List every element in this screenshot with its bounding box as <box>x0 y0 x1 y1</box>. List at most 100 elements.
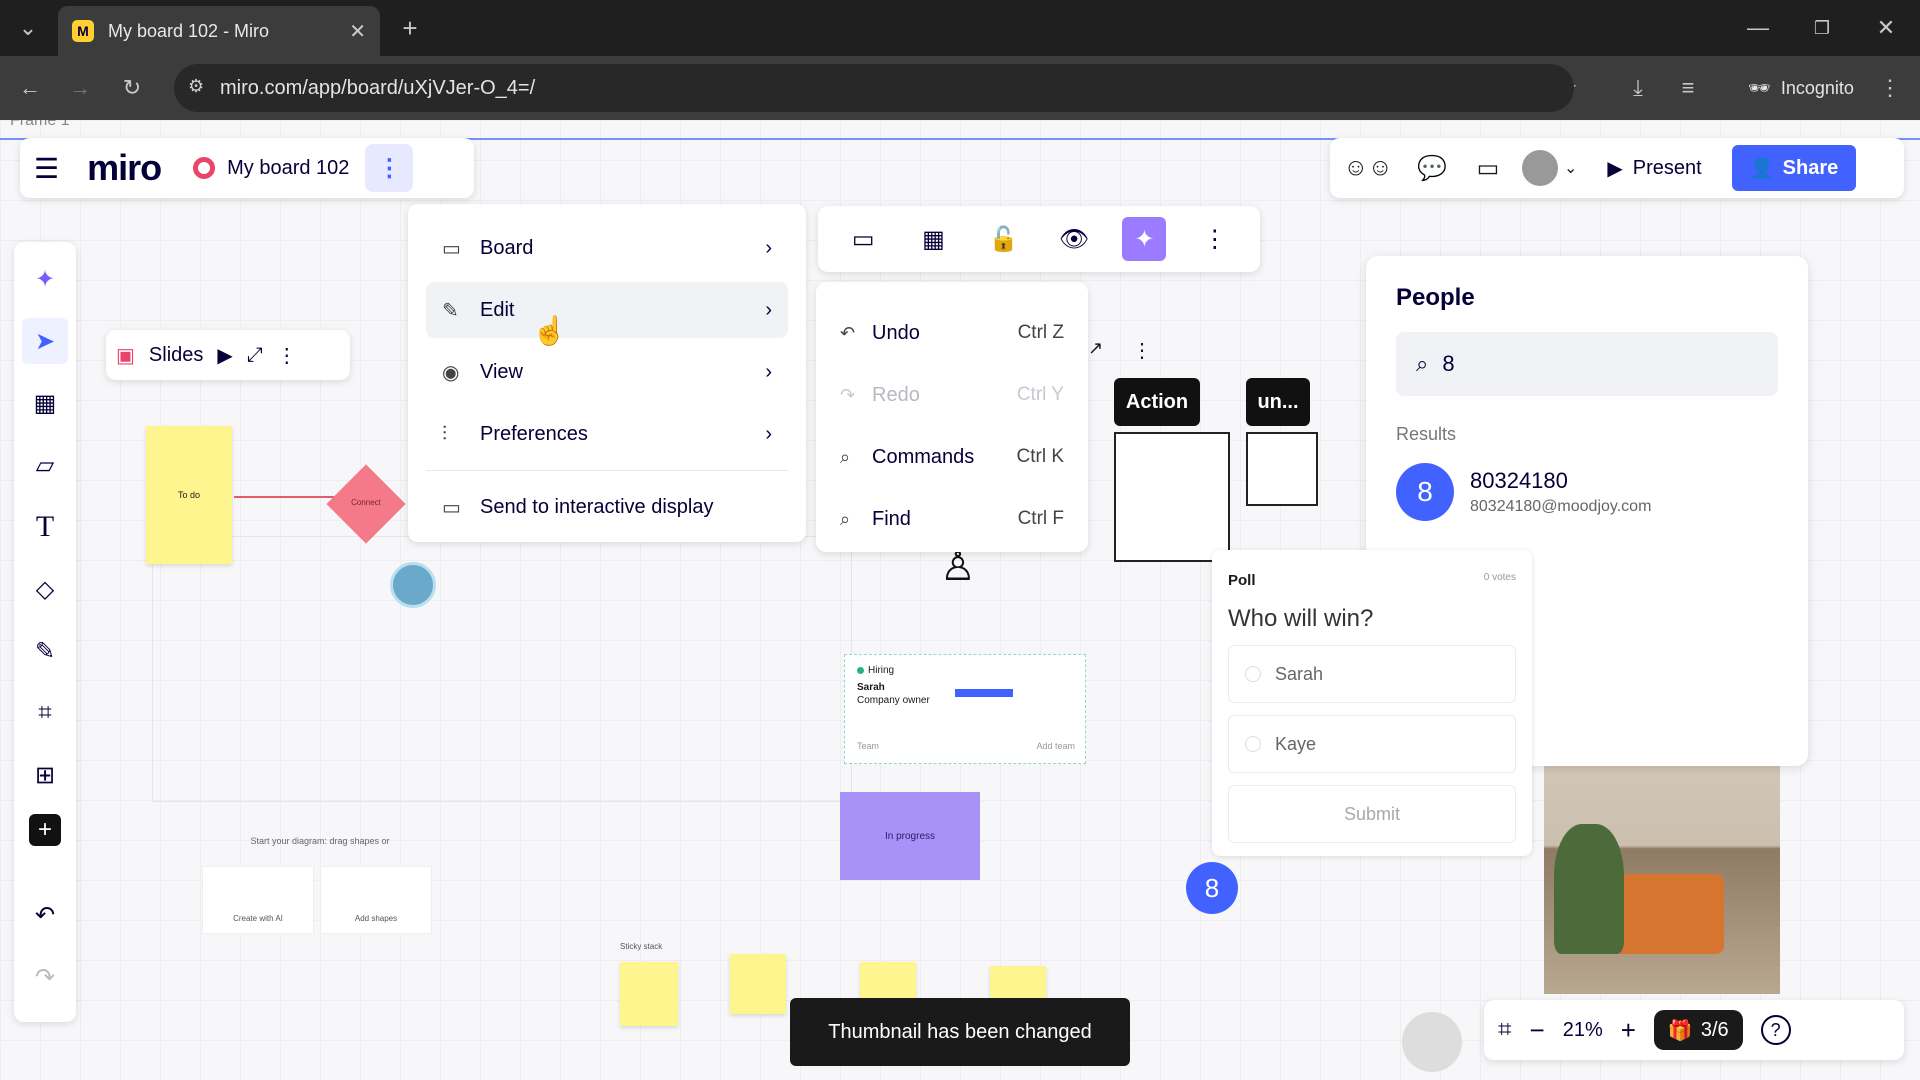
sticky-note[interactable] <box>620 962 678 1026</box>
play-slides-icon[interactable]: ▶ <box>217 343 232 368</box>
expand-icon[interactable]: ⤢ <box>247 344 263 367</box>
sticky-note[interactable] <box>730 954 786 1014</box>
slides-counter-button[interactable]: 🎁 3/6 <box>1653 1010 1743 1050</box>
todo-sticky-note[interactable]: To do <box>146 426 232 564</box>
grid-board-icon[interactable]: ▦ <box>911 217 955 261</box>
reload-icon[interactable]: ↻ <box>114 70 150 106</box>
frame-label: Frame 1 <box>10 120 70 129</box>
redo-icon[interactable]: ↷ <box>22 954 68 1000</box>
create-with-ai-card[interactable]: Create with AI <box>202 866 314 934</box>
hiring-add: Add team <box>1036 741 1075 751</box>
user-avatar-menu[interactable]: ⌄ <box>1522 150 1577 186</box>
lock-icon[interactable]: 🔓 <box>982 217 1026 261</box>
board-name[interactable]: My board 102 <box>227 157 349 180</box>
slides-label[interactable]: Slides <box>149 344 203 367</box>
action-box[interactable] <box>1114 432 1230 562</box>
ai-magic-icon[interactable]: ✦ <box>1122 217 1167 261</box>
download-icon[interactable]: ⤓ <box>1620 70 1656 106</box>
board-menu-button[interactable]: ⋮ <box>365 144 414 192</box>
pen-icon[interactable]: ✎ <box>22 628 68 674</box>
more-options-icon[interactable]: ⋮ <box>1193 217 1237 261</box>
action-label[interactable]: Action <box>1114 378 1200 426</box>
board-actions: ☺☺ 💬 ▭ ⌄ ▶ Present 👤 Share <box>1330 138 1904 198</box>
in-progress-card[interactable]: In progress <box>840 792 980 880</box>
add-shapes-card[interactable]: Add shapes <box>320 866 432 934</box>
un-box[interactable] <box>1246 432 1318 506</box>
un-label[interactable]: un... <box>1246 378 1310 426</box>
tab-list-chevron-icon[interactable]: ⌄ <box>10 10 46 46</box>
menu-item-send-to-display[interactable]: ▭ Send to interactive display <box>426 479 788 535</box>
browser-tab[interactable]: M My board 102 - Miro ✕ <box>58 6 380 56</box>
menu-item-board[interactable]: ▭ Board › <box>426 220 788 276</box>
video-call-icon[interactable]: ▭ <box>1466 154 1510 183</box>
menu-item-edit[interactable]: ✎ Edit › <box>426 282 788 338</box>
close-window-icon[interactable]: ✕ <box>1868 10 1904 46</box>
share-button[interactable]: 👤 Share <box>1731 145 1857 191</box>
frame-context-toolbar: ▭ ▦ 🔓 👁 ✦ ⋮ <box>818 206 1260 272</box>
undo-icon[interactable]: ↶ <box>22 892 68 938</box>
menu-item-redo[interactable]: ↷ Redo Ctrl Y <box>830 364 1074 426</box>
shortcut-label: Ctrl K <box>1016 446 1065 467</box>
close-tab-icon[interactable]: ✕ <box>349 19 366 44</box>
collaborator-avatar[interactable] <box>390 562 436 608</box>
zoom-level[interactable]: 21% <box>1563 1019 1603 1042</box>
avatar <box>1522 150 1558 186</box>
guest-avatar[interactable] <box>1402 1012 1462 1072</box>
present-button[interactable]: ▶ Present <box>1589 146 1719 190</box>
frame-icon[interactable]: ⌗ <box>22 690 68 736</box>
browser-tab-bar: ⌄ M My board 102 - Miro ✕ + — ❐ ✕ <box>0 0 1920 56</box>
new-tab-icon[interactable]: + <box>392 10 428 46</box>
menu-item-undo[interactable]: ↶ Undo Ctrl Z <box>830 302 1074 364</box>
upload-icon[interactable]: ⊞ <box>22 752 68 798</box>
fit-frame-icon[interactable]: ⌗ <box>1498 1016 1512 1044</box>
poll-option[interactable]: Kaye <box>1228 715 1516 773</box>
slides-more-icon[interactable]: ⋮ <box>277 343 297 368</box>
shapes-icon[interactable]: ◇ <box>22 566 68 612</box>
incognito-indicator[interactable]: 🕶 Incognito <box>1732 68 1870 108</box>
toast-notification: Thumbnail has been changed <box>790 998 1130 1066</box>
zoom-in-icon[interactable]: + <box>1621 1015 1636 1046</box>
search-icon: ⌕ <box>840 508 851 529</box>
pencil-icon: ✎ <box>442 299 459 322</box>
presentation-icon[interactable]: ▭ <box>841 217 885 261</box>
zoom-controls: ⌗ − 21% + 🎁 3/6 ? <box>1484 1000 1904 1060</box>
comments-icon[interactable]: 💬 <box>1410 154 1454 183</box>
poll-widget[interactable]: Poll 0 votes Who will win? Sarah Kaye Su… <box>1212 550 1532 856</box>
zoom-out-icon[interactable]: − <box>1530 1015 1545 1046</box>
select-cursor-icon[interactable]: ➤ <box>22 318 68 364</box>
frame-more-icon[interactable]: ⋮ <box>1132 338 1152 363</box>
miro-favicon-icon: M <box>72 20 94 42</box>
person-result[interactable]: 8 80324180 80324180@moodjoy.com <box>1396 463 1778 521</box>
menu-item-preferences[interactable]: ⫶ Preferences › <box>426 406 788 462</box>
hamburger-menu-icon[interactable]: ☰ <box>34 152 59 185</box>
sticky-note-icon[interactable]: ▱ <box>22 442 68 488</box>
frame-expand-icon[interactable]: ↗ <box>1088 338 1103 359</box>
menu-item-commands[interactable]: ⌕ Commands Ctrl K <box>830 426 1074 488</box>
browser-menu-icon[interactable]: ⋮ <box>1872 70 1908 106</box>
menu-item-find[interactable]: ⌕ Find Ctrl F <box>830 488 1074 550</box>
miro-logo[interactable]: miro <box>87 147 162 189</box>
menu-item-view[interactable]: ◉ View › <box>426 344 788 400</box>
more-apps-icon[interactable]: + <box>29 814 61 846</box>
collaborator-cursor-badge[interactable]: 8 <box>1186 862 1238 914</box>
poll-submit-button[interactable]: Submit <box>1228 785 1516 843</box>
people-search-input[interactable]: ⌕ 8 <box>1396 332 1778 396</box>
url-bar[interactable]: ⚙ miro.com/app/board/uXjVJer-O_4=/ <box>174 64 1574 112</box>
templates-icon[interactable]: ▦ <box>22 380 68 426</box>
results-label: Results <box>1396 424 1457 444</box>
text-icon[interactable]: T <box>22 504 68 550</box>
ai-sparkle-icon[interactable]: ✦ <box>22 256 68 302</box>
back-icon[interactable]: ← <box>12 70 48 106</box>
reactions-icon[interactable]: ☺☺ <box>1338 154 1398 182</box>
media-icon[interactable]: ≡ <box>1670 70 1706 106</box>
visibility-eye-icon[interactable]: 👁 <box>1052 217 1096 261</box>
site-info-icon[interactable]: ⚙ <box>188 76 204 97</box>
forward-icon[interactable]: → <box>62 70 98 106</box>
person-email: 80324180@moodjoy.com <box>1470 498 1652 515</box>
poll-option[interactable]: Sarah <box>1228 645 1516 703</box>
hiring-card[interactable]: Hiring Sarah Company owner Team Add team <box>844 654 1086 764</box>
hand-pointer-cursor-icon: ☝ <box>532 315 567 346</box>
restore-icon[interactable]: ❐ <box>1804 10 1840 46</box>
minimize-icon[interactable]: — <box>1740 10 1776 46</box>
help-icon[interactable]: ? <box>1760 1015 1791 1045</box>
